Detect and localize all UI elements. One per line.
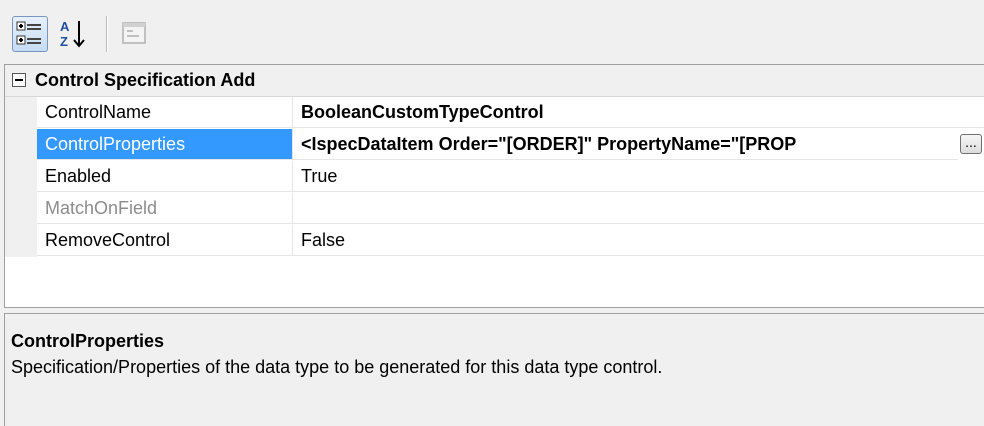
- toolbar-separator: [106, 16, 108, 52]
- property-name[interactable]: MatchOnField: [37, 193, 293, 224]
- categorized-icon: [16, 21, 41, 45]
- svg-text:A: A: [60, 19, 70, 34]
- category-row[interactable]: Control Specification Add: [5, 65, 984, 97]
- property-row-removecontrol[interactable]: RemoveControl False: [5, 225, 984, 257]
- property-grid-toolbar: A Z: [0, 0, 984, 62]
- property-row-matchonfield[interactable]: MatchOnField: [5, 193, 984, 225]
- property-value[interactable]: BooleanCustomTypeControl: [293, 97, 984, 128]
- collapse-icon[interactable]: [12, 73, 26, 87]
- description-pane: ControlProperties Specification/Properti…: [4, 313, 984, 426]
- property-row-controlname[interactable]: ControlName BooleanCustomTypeControl: [5, 97, 984, 129]
- categorized-button[interactable]: [12, 16, 48, 52]
- property-row-enabled[interactable]: Enabled True: [5, 161, 984, 193]
- property-name[interactable]: ControlName: [37, 97, 293, 128]
- property-grid: Control Specification Add ControlName Bo…: [4, 64, 984, 308]
- description-title: ControlProperties: [11, 331, 165, 351]
- svg-text:Z: Z: [60, 34, 68, 49]
- ellipsis-button[interactable]: ...: [960, 134, 982, 154]
- property-name[interactable]: Enabled: [37, 161, 293, 192]
- property-row-controlproperties[interactable]: ControlProperties <IspecDataItem Order="…: [5, 129, 984, 161]
- property-pages-button[interactable]: [118, 16, 154, 52]
- alphabetical-button[interactable]: A Z: [55, 16, 91, 52]
- property-pages-icon: [122, 22, 146, 44]
- alphabetical-sort-icon: A Z: [60, 19, 85, 49]
- property-value[interactable]: <IspecDataItem Order="[ORDER]" PropertyN…: [293, 129, 958, 160]
- property-value[interactable]: True: [293, 161, 984, 192]
- property-name[interactable]: RemoveControl: [37, 225, 293, 256]
- property-value[interactable]: [293, 193, 984, 224]
- property-name[interactable]: ControlProperties: [37, 129, 293, 160]
- property-value[interactable]: False: [293, 225, 984, 256]
- description-text: Specification/Properties of the data typ…: [11, 357, 663, 377]
- category-label: Control Specification Add: [35, 70, 256, 90]
